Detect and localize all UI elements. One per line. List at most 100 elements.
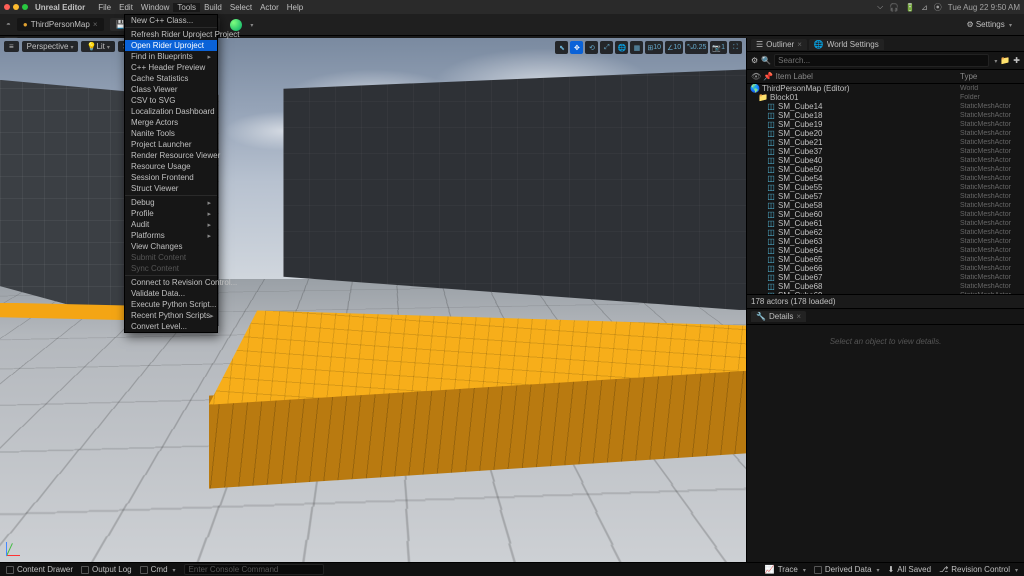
menu-item-platforms[interactable]: Platforms▸ xyxy=(125,230,217,241)
grid-snap[interactable]: ⊞ 10 xyxy=(645,41,663,54)
wifi-icon[interactable]: ⊿ xyxy=(921,3,928,12)
menu-item-render-resource-viewer[interactable]: Render Resource Viewer xyxy=(125,150,217,161)
revision-control-button[interactable]: ⎇Revision Control xyxy=(939,565,1018,574)
angle-snap[interactable]: ∠ 10 xyxy=(665,41,683,54)
menu-item-c-header-preview[interactable]: C++ Header Preview xyxy=(125,62,217,73)
column-type[interactable]: Type xyxy=(960,72,1020,81)
maximize-viewport[interactable]: ⛶ xyxy=(729,41,742,54)
menu-item-debug[interactable]: Debug▸ xyxy=(125,197,217,208)
trace-button[interactable]: 📈Trace xyxy=(765,565,806,574)
close-icon[interactable]: × xyxy=(796,312,801,321)
viewport[interactable]: ≡ Perspective 💡Lit Show ⬉ ✥ ⟲ ⤢ 🌐 ▦ ⊞ 10… xyxy=(0,38,746,562)
tab-world-settings[interactable]: 🌐World Settings xyxy=(809,39,884,50)
menu-build[interactable]: Build xyxy=(200,3,226,12)
cmd-prompt[interactable]: Cmd xyxy=(140,565,176,574)
tree-root[interactable]: 🌎ThirdPersonMap (Editor)World xyxy=(747,84,1024,93)
tree-actor-sm_cube50[interactable]: ◫SM_Cube50StaticMeshActor xyxy=(747,165,1024,174)
clock[interactable]: Tue Aug 22 9:50 AM xyxy=(948,3,1020,12)
pin-header-icon[interactable]: 📌 xyxy=(763,72,773,81)
menu-item-new-c-class[interactable]: New C++ Class... xyxy=(125,15,217,26)
menu-item-find-in-blueprints[interactable]: Find in Blueprints▸ xyxy=(125,51,217,62)
add-dropdown[interactable] xyxy=(248,20,253,29)
all-saved-button[interactable]: ⬇All Saved xyxy=(888,565,932,574)
menu-window[interactable]: Window xyxy=(137,3,173,12)
menu-select[interactable]: Select xyxy=(226,3,256,12)
menu-item-project-launcher[interactable]: Project Launcher xyxy=(125,139,217,150)
tree-actor-sm_cube67[interactable]: ◫SM_Cube67StaticMeshActor xyxy=(747,273,1024,282)
menu-item-connect-to-revision-control[interactable]: Connect to Revision Control... xyxy=(125,277,217,288)
menu-item-session-frontend[interactable]: Session Frontend xyxy=(125,172,217,183)
column-item-label[interactable]: Item Label xyxy=(776,72,960,81)
outliner-search-input[interactable] xyxy=(774,54,989,67)
new-folder-icon[interactable]: ✚ xyxy=(1013,56,1020,65)
revision-dropdown[interactable] xyxy=(1013,565,1018,574)
menu-item-refresh-rider-uproject-project[interactable]: Refresh Rider Uproject Project xyxy=(125,29,217,40)
level-tab[interactable]: ● ThirdPersonMap × xyxy=(17,18,104,31)
viewport-menu[interactable]: ≡ xyxy=(4,41,19,52)
menu-item-struct-viewer[interactable]: Struct Viewer xyxy=(125,183,217,194)
tree-actor-sm_cube54[interactable]: ◫SM_Cube54StaticMeshActor xyxy=(747,174,1024,183)
close-icon[interactable]: × xyxy=(797,40,802,49)
menu-item-audit[interactable]: Audit▸ xyxy=(125,219,217,230)
viewport-perspective[interactable]: Perspective xyxy=(22,41,79,52)
cmd-dropdown[interactable] xyxy=(171,565,176,574)
menu-item-convert-level[interactable]: Convert Level... xyxy=(125,321,217,332)
tree-actor-sm_cube57[interactable]: ◫SM_Cube57StaticMeshActor xyxy=(747,192,1024,201)
console-input[interactable]: Enter Console Command xyxy=(184,564,324,575)
tree-actor-sm_cube14[interactable]: ◫SM_Cube14StaticMeshActor xyxy=(747,102,1024,111)
menu-item-recent-python-scripts[interactable]: Recent Python Scripts▸ xyxy=(125,310,217,321)
tab-details[interactable]: 🔧Details× xyxy=(751,311,806,322)
menu-item-nanite-tools[interactable]: Nanite Tools xyxy=(125,128,217,139)
tree-actor-sm_cube66[interactable]: ◫SM_Cube66StaticMeshActor xyxy=(747,264,1024,273)
menu-item-profile[interactable]: Profile▸ xyxy=(125,208,217,219)
tree-actor-sm_cube55[interactable]: ◫SM_Cube55StaticMeshActor xyxy=(747,183,1024,192)
menu-edit[interactable]: Edit xyxy=(115,3,137,12)
tree-folder[interactable]: 📁Block01Folder xyxy=(747,93,1024,102)
view-options[interactable] xyxy=(992,56,997,65)
menu-actor[interactable]: Actor xyxy=(256,3,283,12)
tree-actor-sm_cube40[interactable]: ◫SM_Cube40StaticMeshActor xyxy=(747,156,1024,165)
menu-item-localization-dashboard[interactable]: Localization Dashboard xyxy=(125,106,217,117)
menu-item-cache-statistics[interactable]: Cache Statistics xyxy=(125,73,217,84)
menu-file[interactable]: File xyxy=(94,3,115,12)
close-icon[interactable] xyxy=(4,4,10,10)
menu-item-csv-to-svg[interactable]: CSV to SVG xyxy=(125,95,217,106)
tree-actor-sm_cube60[interactable]: ◫SM_Cube60StaticMeshActor xyxy=(747,210,1024,219)
rotate-tool[interactable]: ⟲ xyxy=(585,41,598,54)
tree-actor-sm_cube63[interactable]: ◫SM_Cube63StaticMeshActor xyxy=(747,237,1024,246)
menu-item-execute-python-script[interactable]: Execute Python Script... xyxy=(125,299,217,310)
output-log-button[interactable]: Output Log xyxy=(81,565,132,574)
trace-dropdown[interactable] xyxy=(801,565,806,574)
tree-actor-sm_cube61[interactable]: ◫SM_Cube61StaticMeshActor xyxy=(747,219,1024,228)
camera-speed[interactable]: 📷 1 xyxy=(710,41,727,54)
derived-data-dropdown[interactable] xyxy=(875,565,880,574)
scale-tool[interactable]: ⤢ xyxy=(600,41,613,54)
tree-actor-sm_cube65[interactable]: ◫SM_Cube65StaticMeshActor xyxy=(747,255,1024,264)
visibility-header-icon[interactable]: 👁 xyxy=(751,72,761,81)
minimize-icon[interactable] xyxy=(13,4,19,10)
menu-item-validate-data[interactable]: Validate Data... xyxy=(125,288,217,299)
menu-tools[interactable]: Tools xyxy=(173,3,200,12)
settings-button[interactable]: ⚙ Settings xyxy=(960,18,1018,31)
menu-item-open-rider-uproject[interactable]: Open Rider Uproject xyxy=(125,40,217,51)
translate-tool[interactable]: ✥ xyxy=(570,41,583,54)
bluetooth-icon[interactable]: ⌵ xyxy=(877,2,883,12)
control-center-icon[interactable]: ⦿ xyxy=(934,2,942,13)
filter-icon[interactable]: ⚙ xyxy=(751,56,758,65)
surface-snap[interactable]: ▦ xyxy=(630,41,643,54)
viewport-lit[interactable]: 💡Lit xyxy=(81,41,114,52)
scale-snap[interactable]: ⤡ 0.25 xyxy=(685,41,708,54)
tree-actor-sm_cube21[interactable]: ◫SM_Cube21StaticMeshActor xyxy=(747,138,1024,147)
derived-data-button[interactable]: Derived Data xyxy=(814,565,880,574)
outliner-tree[interactable]: 🌎ThirdPersonMap (Editor)World📁Block01Fol… xyxy=(747,84,1024,294)
tree-actor-sm_cube19[interactable]: ◫SM_Cube19StaticMeshActor xyxy=(747,120,1024,129)
tree-actor-sm_cube37[interactable]: ◫SM_Cube37StaticMeshActor xyxy=(747,147,1024,156)
menu-item-merge-actors[interactable]: Merge Actors xyxy=(125,117,217,128)
tree-actor-sm_cube64[interactable]: ◫SM_Cube64StaticMeshActor xyxy=(747,246,1024,255)
battery-icon[interactable]: 🔋 xyxy=(905,3,915,12)
headphones-icon[interactable]: 🎧 xyxy=(889,3,899,12)
tree-actor-sm_cube62[interactable]: ◫SM_Cube62StaticMeshActor xyxy=(747,228,1024,237)
close-tab-icon[interactable]: × xyxy=(93,20,98,29)
tree-actor-sm_cube20[interactable]: ◫SM_Cube20StaticMeshActor xyxy=(747,129,1024,138)
tree-actor-sm_cube18[interactable]: ◫SM_Cube18StaticMeshActor xyxy=(747,111,1024,120)
